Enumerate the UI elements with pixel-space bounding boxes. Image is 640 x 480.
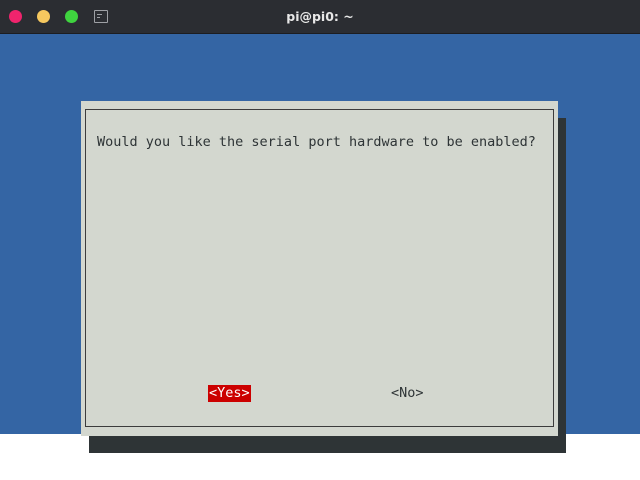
dialog-message: Would you like the serial port hardware … bbox=[97, 134, 536, 150]
yes-button[interactable]: <Yes> bbox=[208, 385, 251, 402]
no-button[interactable]: <No> bbox=[390, 385, 425, 402]
confirm-dialog: Would you like the serial port hardware … bbox=[81, 101, 558, 436]
terminal-window: pi@pi0: ~ Would you like the serial port… bbox=[0, 0, 640, 453]
window-title: pi@pi0: ~ bbox=[286, 9, 354, 24]
dialog-frame bbox=[85, 109, 554, 427]
title-bar[interactable]: pi@pi0: ~ bbox=[0, 0, 640, 34]
terminal-area[interactable]: Would you like the serial port hardware … bbox=[0, 34, 640, 453]
